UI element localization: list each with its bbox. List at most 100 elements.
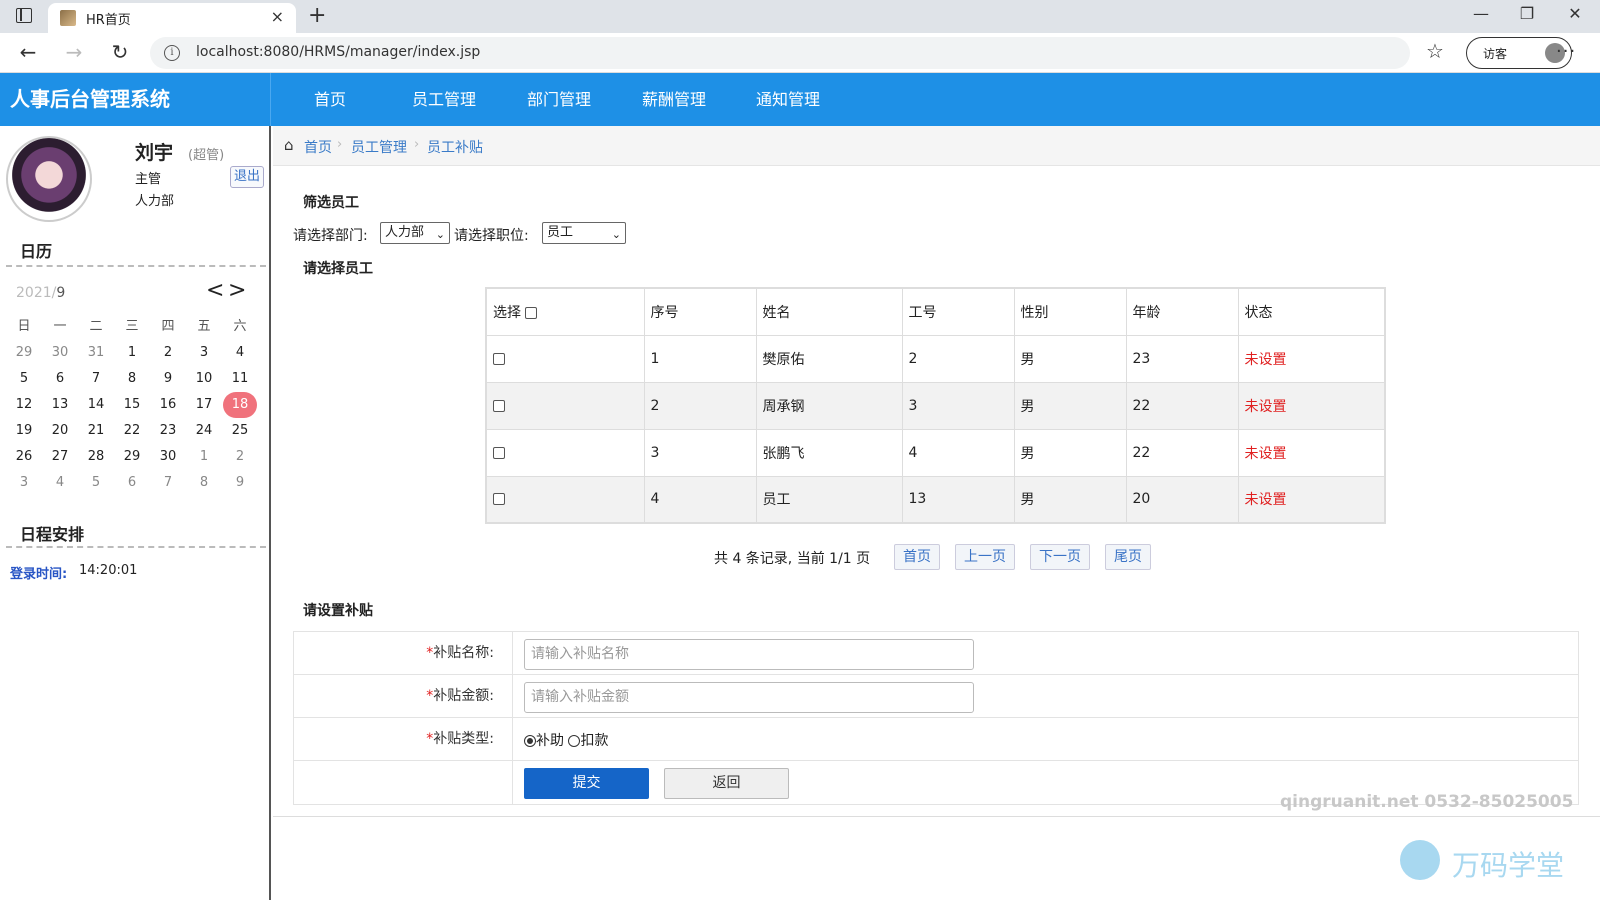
calendar-day[interactable]: 10 <box>186 366 222 392</box>
user-dept: 人力部 <box>135 194 175 209</box>
calendar-day[interactable]: 8 <box>114 366 150 392</box>
calendar-day[interactable]: 29 <box>6 340 42 366</box>
calendar-day[interactable]: 9 <box>150 366 186 392</box>
calendar-day[interactable]: 1 <box>186 444 222 470</box>
more-icon[interactable]: ··· <box>1556 41 1576 62</box>
back-button[interactable]: 返回 <box>664 768 789 799</box>
calendar-day[interactable]: 4 <box>42 470 78 496</box>
calendar-day[interactable]: 16 <box>150 392 186 418</box>
favorites-icon[interactable]: ☆ <box>1426 39 1444 63</box>
breadcrumb-employee[interactable]: 员工管理 <box>351 137 407 157</box>
calendar-day[interactable]: 29 <box>114 444 150 470</box>
calendar-day[interactable]: 22 <box>114 418 150 444</box>
calendar-weekday: 六 <box>233 319 247 334</box>
calendar-day[interactable]: 1 <box>114 340 150 366</box>
calendar-day[interactable]: 11 <box>222 366 258 392</box>
calendar-day[interactable]: 28 <box>78 444 114 470</box>
calendar-day[interactable]: 7 <box>78 366 114 392</box>
pager-first-button[interactable]: 首页 <box>894 544 940 570</box>
sidebar-toggle-icon[interactable] <box>16 8 32 23</box>
nav-notice[interactable]: 通知管理 <box>756 73 820 126</box>
calendar-day[interactable]: 24 <box>186 418 222 444</box>
calendar-weekday: 日 <box>17 319 31 334</box>
position-select[interactable]: 员工 ⌄ <box>542 222 626 244</box>
calendar-day[interactable]: 3 <box>186 340 222 366</box>
calendar-day[interactable]: 18 <box>222 392 258 418</box>
radio-deduction[interactable] <box>568 735 581 747</box>
calendar-day[interactable]: 6 <box>114 470 150 496</box>
radio-subsidy[interactable] <box>524 735 536 747</box>
home-icon: ⌂ <box>284 136 294 154</box>
calendar-day[interactable]: 2 <box>150 340 186 366</box>
calendar-day[interactable]: 26 <box>6 444 42 470</box>
subsidy-name-input[interactable]: 请输入补贴名称 <box>524 639 974 670</box>
calendar-day[interactable]: 21 <box>78 418 114 444</box>
cell-gender: 男 <box>1013 475 1127 524</box>
calendar-day[interactable]: 3 <box>6 470 42 496</box>
calendar-day[interactable]: 30 <box>42 340 78 366</box>
calendar-day[interactable]: 31 <box>78 340 114 366</box>
col-emp-no: 工号 <box>901 287 1015 336</box>
calendar-day[interactable]: 25 <box>222 418 258 444</box>
calendar-today[interactable]: 18 <box>223 392 257 418</box>
url-bar[interactable]: i localhost:8080/HRMS/manager/index.jsp <box>150 37 1410 69</box>
calendar-day[interactable]: 5 <box>6 366 42 392</box>
logout-button[interactable]: 退出 <box>230 166 264 188</box>
calendar-day[interactable]: 8 <box>186 470 222 496</box>
calendar-day[interactable]: 17 <box>186 392 222 418</box>
minimize-icon[interactable]: — <box>1466 4 1496 23</box>
url-text[interactable]: localhost:8080/HRMS/manager/index.jsp <box>196 44 480 60</box>
pager-last-button[interactable]: 尾页 <box>1105 544 1151 570</box>
radio-deduction-label[interactable]: 扣款 <box>580 733 608 749</box>
guest-label: 访客 <box>1483 47 1508 61</box>
pager-next-button[interactable]: 下一页 <box>1030 544 1090 570</box>
calendar-next-icon[interactable]: > <box>228 278 246 303</box>
cell-name: 樊原佑 <box>755 334 903 383</box>
row-checkbox[interactable] <box>493 352 505 365</box>
breadcrumb-home[interactable]: 首页 <box>304 137 332 157</box>
calendar-day[interactable]: 5 <box>78 470 114 496</box>
radio-subsidy-label[interactable]: 补助 <box>536 733 564 749</box>
calendar-day[interactable]: 13 <box>42 392 78 418</box>
cell-name: 张鹏飞 <box>755 428 903 477</box>
nav-salary[interactable]: 薪酬管理 <box>642 73 706 126</box>
calendar-day[interactable]: 2 <box>222 444 258 470</box>
calendar-day[interactable]: 19 <box>6 418 42 444</box>
close-window-icon[interactable]: ✕ <box>1560 4 1590 23</box>
pager-prev-button[interactable]: 上一页 <box>955 544 1015 570</box>
subsidy-amount-label: *补贴金额: <box>294 675 513 717</box>
select-all-checkbox[interactable] <box>525 306 538 319</box>
row-checkbox[interactable] <box>493 493 505 506</box>
calendar-day[interactable]: 15 <box>114 392 150 418</box>
calendar-day[interactable]: 14 <box>78 392 114 418</box>
calendar-day[interactable]: 6 <box>42 366 78 392</box>
calendar-day[interactable]: 27 <box>42 444 78 470</box>
dept-select[interactable]: 人力部 ⌄ <box>380 222 450 244</box>
nav-employee[interactable]: 员工管理 <box>412 73 476 126</box>
browser-tab[interactable]: HR首页 × <box>48 3 296 33</box>
calendar-day[interactable]: 30 <box>150 444 186 470</box>
submit-button[interactable]: 提交 <box>524 768 649 799</box>
row-checkbox[interactable] <box>493 446 505 459</box>
calendar-prev-icon[interactable]: < <box>206 278 224 303</box>
nav-home[interactable]: 首页 <box>314 73 346 126</box>
tab-close-icon[interactable]: × <box>271 7 284 26</box>
new-tab-icon[interactable]: + <box>308 3 326 28</box>
nav-department[interactable]: 部门管理 <box>527 73 591 126</box>
calendar-day[interactable]: 7 <box>150 470 186 496</box>
calendar-weekday: 五 <box>197 319 211 334</box>
site-info-icon[interactable]: i <box>164 45 180 61</box>
calendar-day[interactable]: 9 <box>222 470 258 496</box>
restore-icon[interactable]: ❐ <box>1512 4 1542 23</box>
row-checkbox[interactable] <box>493 399 505 412</box>
calendar-day[interactable]: 20 <box>42 418 78 444</box>
breadcrumb-subsidy[interactable]: 员工补贴 <box>427 137 483 157</box>
forward-icon[interactable]: → <box>60 40 88 64</box>
calendar-day[interactable]: 4 <box>222 340 258 366</box>
subsidy-amount-input[interactable]: 请输入补贴金额 <box>524 682 974 713</box>
reload-icon[interactable]: ↻ <box>106 40 134 64</box>
user-title: 主管 <box>135 172 162 187</box>
calendar-day[interactable]: 12 <box>6 392 42 418</box>
back-icon[interactable]: ← <box>14 40 42 64</box>
calendar-day[interactable]: 23 <box>150 418 186 444</box>
